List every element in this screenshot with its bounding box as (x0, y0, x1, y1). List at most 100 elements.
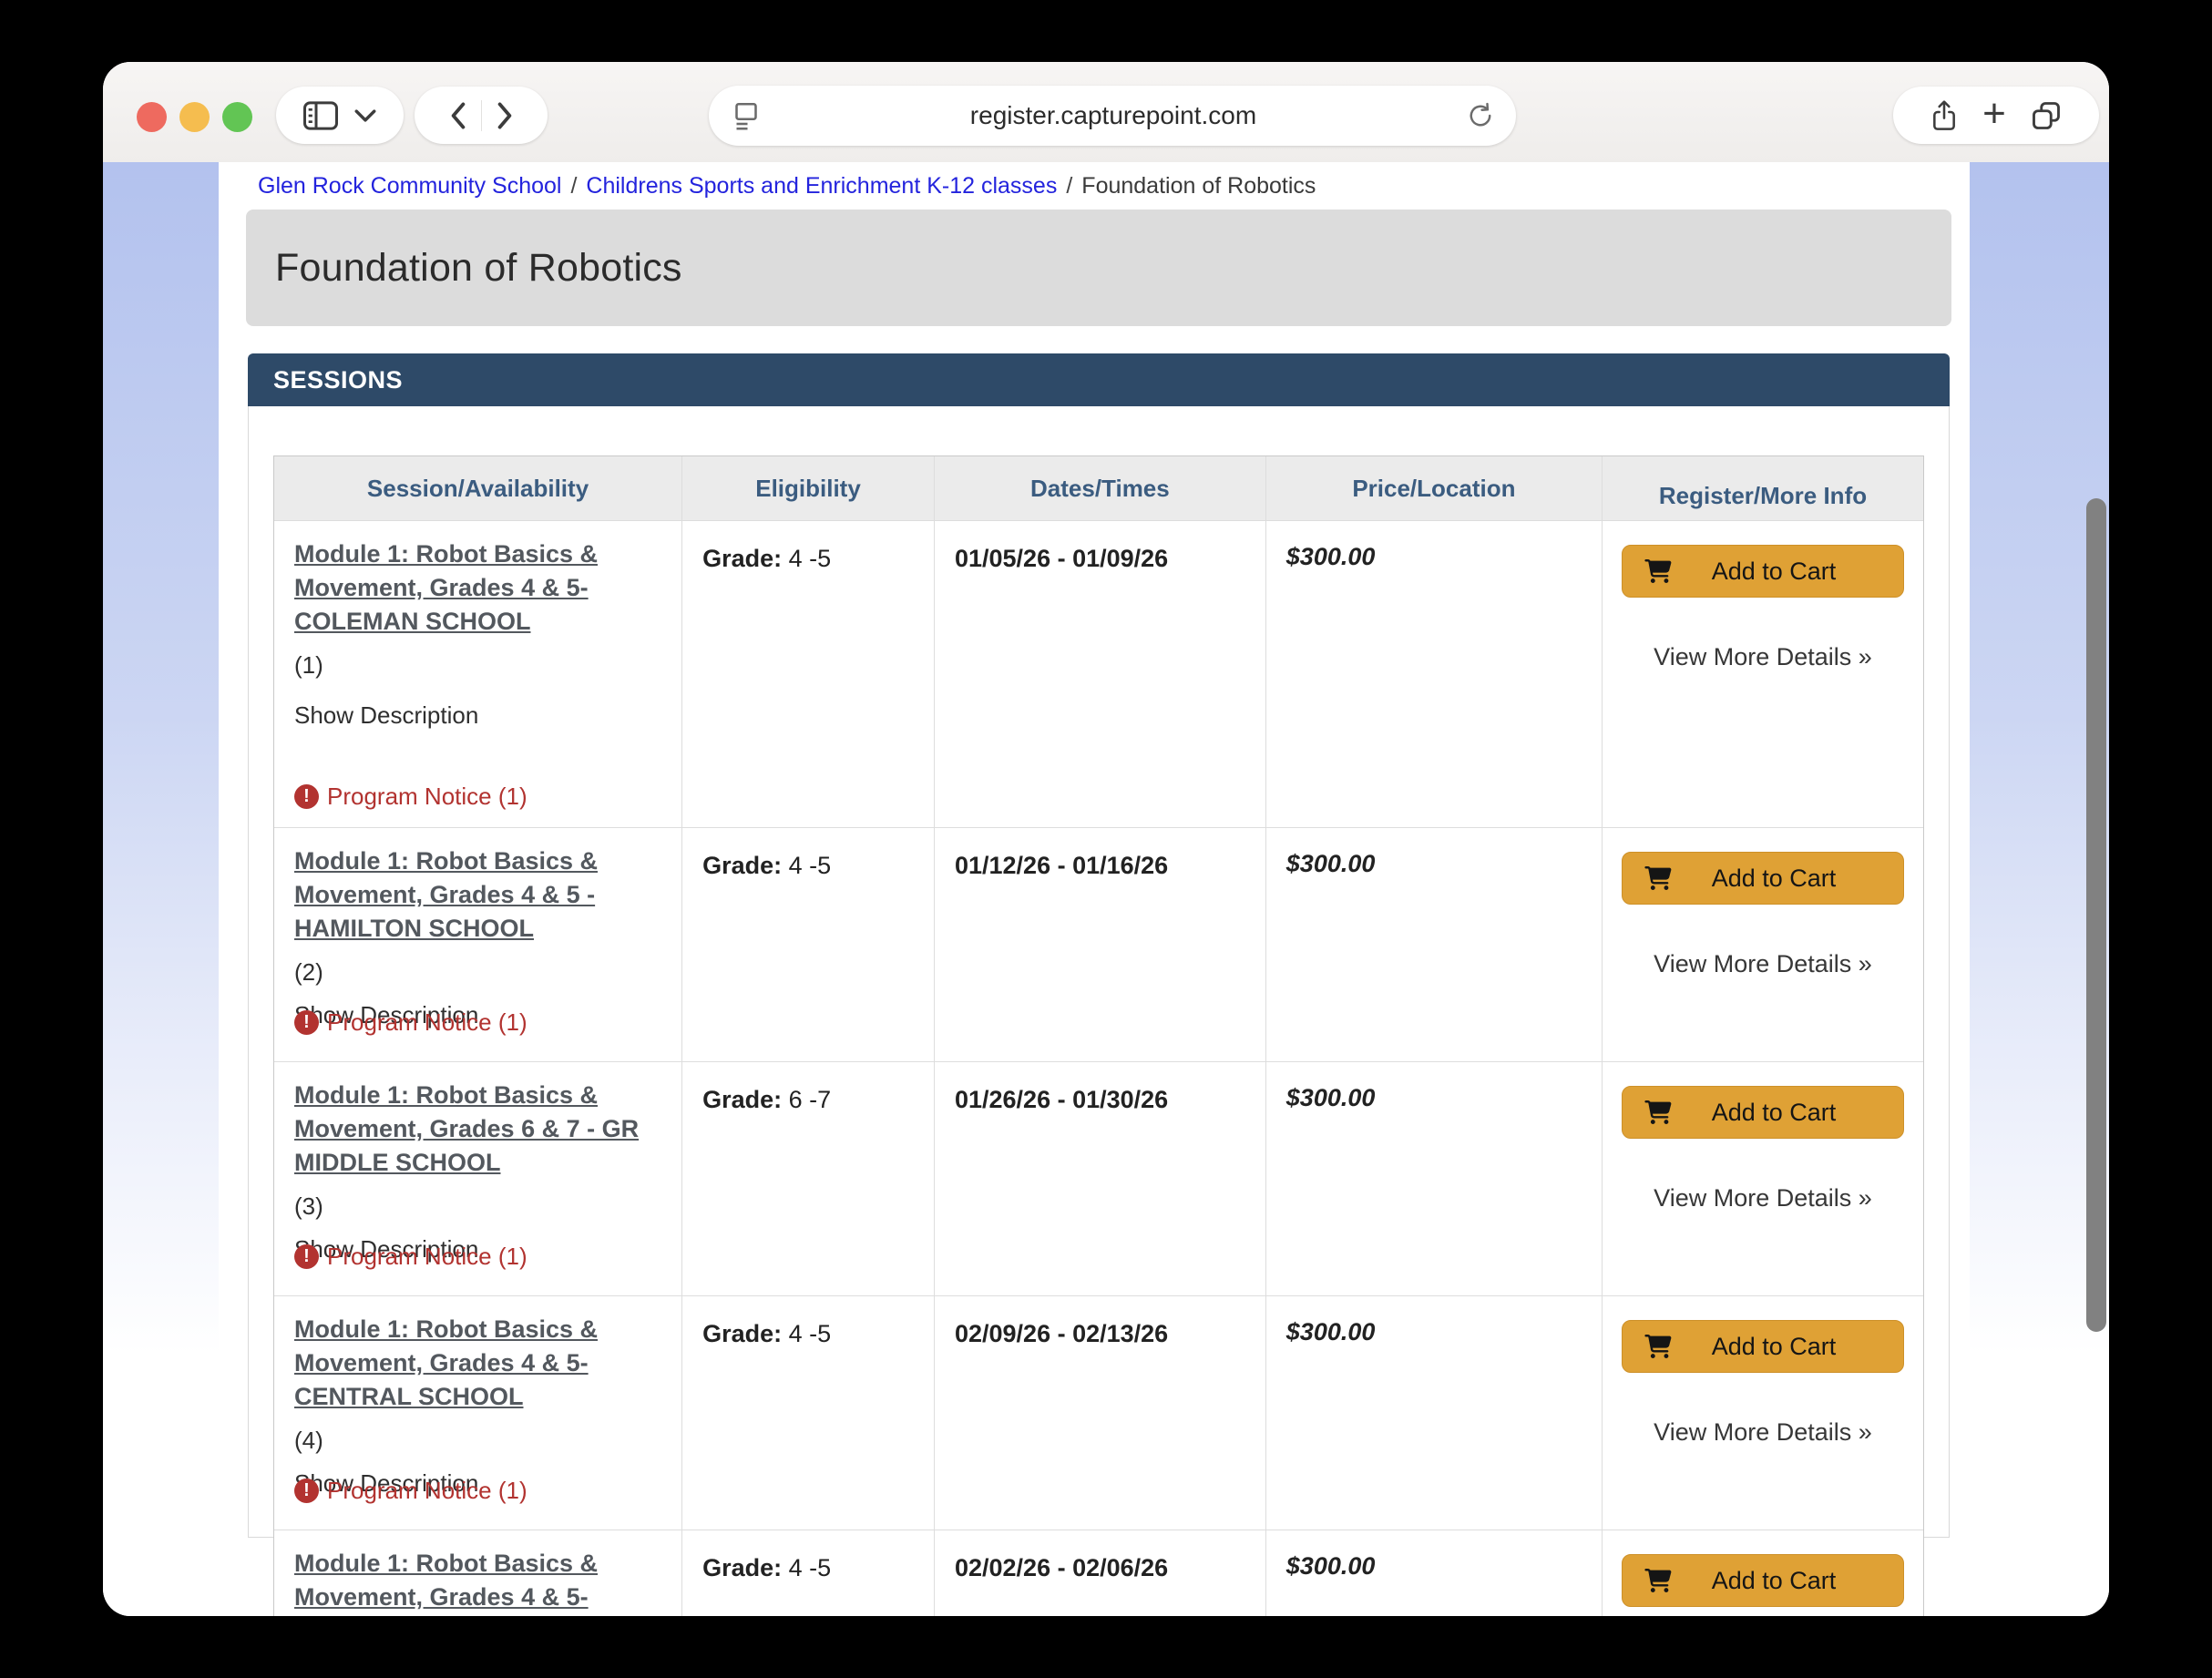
toolbar-right-controls: + (1893, 87, 2099, 144)
address-bar[interactable]: register.capturepoint.com (709, 86, 1516, 146)
program-notice-link[interactable]: ! Program Notice (1) (294, 783, 661, 811)
grade-label: Grade: (702, 852, 783, 879)
page-content: Glen Rock Community School / Childrens Spo… (219, 162, 1970, 1616)
add-to-cart-button[interactable]: Add to Cart (1622, 545, 1904, 598)
session-count: (4) (294, 1427, 323, 1454)
sidebar-controls (276, 87, 404, 144)
eligibility-cell: Grade: 4 -5 (681, 1530, 934, 1616)
add-to-cart-button[interactable]: Add to Cart (1622, 1086, 1904, 1139)
grade-label: Grade: (702, 1086, 783, 1113)
breadcrumb-link-school[interactable]: Glen Rock Community School (258, 173, 561, 199)
alert-icon: ! (294, 784, 319, 809)
column-header-dates: Dates/Times (933, 456, 1265, 520)
column-header-price: Price/Location (1265, 456, 1602, 520)
grade-value: 4 -5 (788, 1320, 832, 1347)
minimize-window-button[interactable] (179, 102, 210, 132)
view-more-details-link[interactable]: View More Details » (1654, 1184, 1872, 1212)
grade-label: Grade: (702, 1320, 783, 1347)
view-more-details-link[interactable]: View More Details » (1654, 1418, 1872, 1447)
add-to-cart-button[interactable]: Add to Cart (1622, 1320, 1904, 1373)
sessions-panel: SESSIONS Session/Availability Eligibilit… (248, 353, 1950, 1616)
url-text[interactable]: register.capturepoint.com (760, 101, 1467, 130)
table-row: Module 1: Robot Basics & Movement, Grade… (274, 1295, 1923, 1530)
register-cell: Add to Cart View More Details » (1602, 1530, 1923, 1616)
price: $300.00 (1285, 1084, 1376, 1111)
eligibility-cell: Grade: 4 -5 (681, 828, 934, 1061)
sidebar-toggle-icon[interactable] (302, 100, 339, 131)
show-description-link[interactable]: Show Description (294, 701, 661, 730)
grade-value: 6 -7 (788, 1086, 832, 1113)
price-cell: $300.00 (1265, 1062, 1602, 1295)
reload-icon[interactable] (1467, 101, 1494, 130)
session-title-link[interactable]: Module 1: Robot Basics & Movement, Grade… (294, 1313, 661, 1414)
sessions-table: Session/Availability Eligibility Dates/T… (273, 455, 1924, 1616)
add-to-cart-label: Add to Cart (1711, 864, 1837, 892)
session-count: (2) (294, 958, 323, 986)
session-title-link[interactable]: Module 1: Robot Basics & Movement, Grade… (294, 537, 661, 639)
register-cell: Add to Cart View More Details » (1602, 521, 1923, 827)
session-title-link[interactable]: Module 1: Robot Basics & Movement, Grade… (294, 1079, 661, 1180)
price-cell: $300.00 (1265, 1530, 1602, 1616)
table-header-row: Session/Availability Eligibility Dates/T… (274, 456, 1923, 520)
share-icon[interactable] (1930, 98, 1959, 133)
breadcrumb-separator: / (570, 173, 578, 199)
breadcrumb-current: Foundation of Robotics (1081, 173, 1316, 199)
add-to-cart-button[interactable]: Add to Cart (1622, 1554, 1904, 1607)
tab-overview-icon[interactable] (2030, 99, 2063, 132)
session-count: (3) (294, 1192, 323, 1220)
eligibility-cell: Grade: 6 -7 (681, 1062, 934, 1295)
page-title-banner: Foundation of Robotics (246, 210, 1951, 326)
date-range: 02/09/26 - 02/13/26 (954, 1320, 1169, 1347)
add-to-cart-button[interactable]: Add to Cart (1622, 852, 1904, 905)
dates-cell: 02/02/26 - 02/06/26 (933, 1530, 1265, 1616)
close-window-button[interactable] (137, 102, 167, 132)
zoom-window-button[interactable] (222, 102, 252, 132)
price: $300.00 (1285, 850, 1376, 877)
alert-icon: ! (294, 1244, 319, 1269)
table-row: Module 1: Robot Basics & Movement, Grade… (274, 520, 1923, 827)
program-notice-label: Program Notice (1) (327, 1008, 527, 1036)
new-tab-icon[interactable]: + (1982, 93, 2006, 134)
program-notice-label: Program Notice (1) (327, 1243, 527, 1270)
sessions-panel-body: Session/Availability Eligibility Dates/T… (248, 406, 1950, 1616)
chevron-down-icon[interactable] (353, 107, 377, 124)
divider (480, 99, 482, 131)
session-title-link[interactable]: Module 1: Robot Basics & Movement, Grade… (294, 844, 661, 946)
cart-icon (1644, 866, 1672, 890)
program-notice-link[interactable]: ! Program Notice (1) (294, 1243, 527, 1271)
breadcrumb: Glen Rock Community School / Childrens Spo… (258, 173, 1316, 200)
traffic-lights (137, 102, 252, 132)
date-range: 01/05/26 - 01/09/26 (954, 545, 1169, 572)
description-notice-overlap: Show Description ! Program Notice (1) (294, 1235, 661, 1279)
price-cell: $300.00 (1265, 521, 1602, 827)
dates-cell: 01/12/26 - 01/16/26 (933, 828, 1265, 1061)
alert-icon: ! (294, 1478, 319, 1503)
grade-value: 4 -5 (788, 1554, 832, 1581)
breadcrumb-separator: / (1066, 173, 1073, 199)
program-notice-link[interactable]: ! Program Notice (1) (294, 1008, 527, 1037)
breadcrumb-link-category[interactable]: Childrens Sports and Enrichment K-12 cla… (586, 173, 1057, 199)
alert-icon: ! (294, 1010, 319, 1035)
program-notice-label: Program Notice (1) (327, 783, 527, 810)
program-notice-link[interactable]: ! Program Notice (1) (294, 1477, 527, 1505)
view-more-details-link[interactable]: View More Details » (1654, 643, 1872, 671)
description-notice-overlap: Show Description ! Program Notice (1) (294, 1469, 661, 1513)
grade-value: 4 -5 (788, 852, 832, 879)
view-more-details-link[interactable]: View More Details » (1654, 950, 1872, 978)
grade-value: 4 -5 (788, 545, 832, 572)
navigation-controls (415, 87, 548, 144)
add-to-cart-label: Add to Cart (1711, 557, 1837, 585)
grade-label: Grade: (702, 545, 783, 572)
scrollbar-thumb[interactable] (2086, 498, 2106, 1332)
session-title-link[interactable]: Module 1: Robot Basics & Movement, Grade… (294, 1547, 661, 1616)
page-background: Glen Rock Community School / Childrens Spo… (103, 162, 2109, 1616)
column-header-session: Session/Availability (366, 474, 589, 502)
dates-cell: 02/09/26 - 02/13/26 (933, 1296, 1265, 1530)
page-settings-icon[interactable] (732, 100, 760, 131)
eligibility-cell: Grade: 4 -5 (681, 521, 934, 827)
dates-cell: 01/26/26 - 01/30/26 (933, 1062, 1265, 1295)
table-row: Module 1: Robot Basics & Movement, Grade… (274, 1530, 1923, 1616)
add-to-cart-label: Add to Cart (1711, 1098, 1837, 1126)
forward-icon[interactable] (491, 99, 518, 132)
back-icon[interactable] (445, 99, 472, 132)
